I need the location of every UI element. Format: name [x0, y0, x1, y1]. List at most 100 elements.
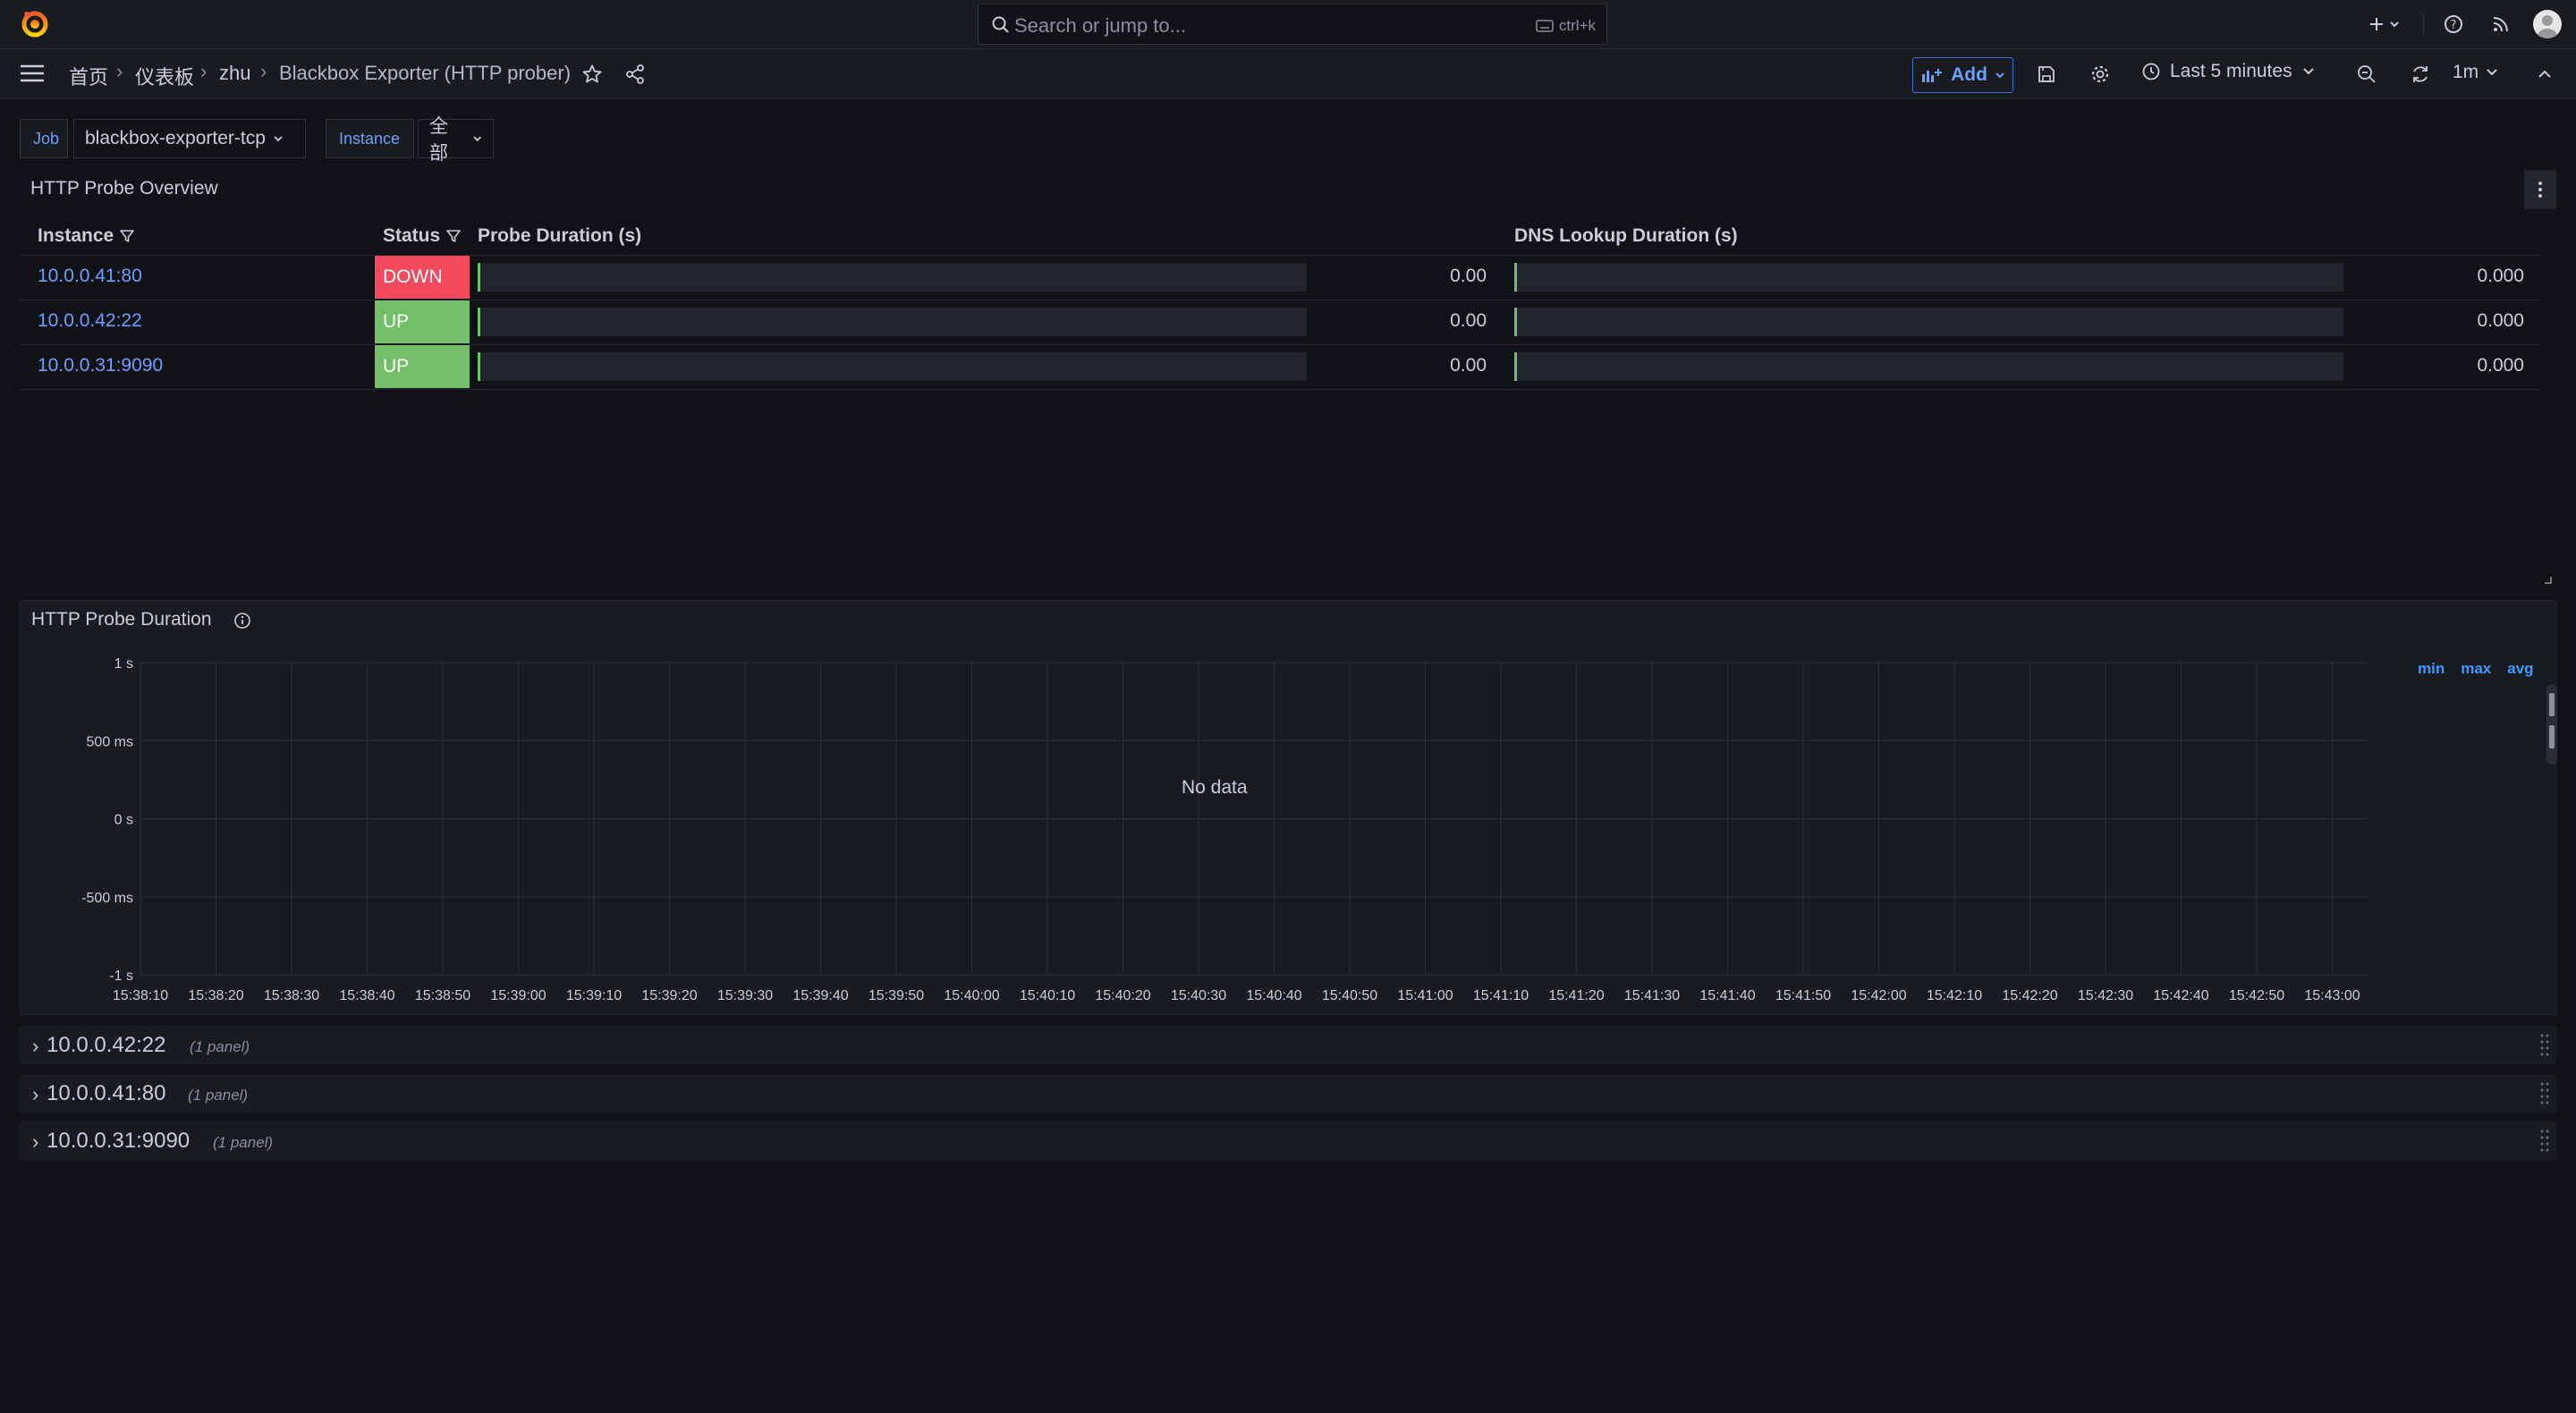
svg-text:?: ? — [2451, 19, 2457, 32]
column-header-dns-duration[interactable]: DNS Lookup Duration (s) — [1514, 225, 1738, 247]
drag-handle-icon[interactable] — [2540, 1033, 2549, 1058]
help-button[interactable]: ? — [2441, 12, 2466, 37]
row-section-count: (1 panel) — [190, 1038, 250, 1055]
x-tick-label: 15:40:50 — [1322, 988, 1377, 1003]
gauge-fill — [1514, 263, 1517, 292]
resize-handle-icon[interactable] — [2544, 576, 2553, 585]
dns-duration-gauge — [1514, 352, 2343, 381]
filter-icon[interactable] — [445, 228, 462, 244]
breadcrumb-dashboards[interactable]: 仪表板 — [135, 62, 194, 90]
x-tick-label: 15:40:40 — [1246, 988, 1301, 1003]
x-tick-label: 15:42:40 — [2153, 988, 2208, 1003]
refresh-interval-picker[interactable]: 1m — [2453, 62, 2498, 83]
search-placeholder: Search or jump to... — [1014, 14, 1186, 37]
add-panel-icon — [1922, 69, 1943, 82]
x-tick-label: 15:40:30 — [1171, 988, 1226, 1003]
x-tick-label: 15:42:30 — [2078, 988, 2133, 1003]
row-section-title: 10.0.0.41:80 — [47, 1081, 166, 1105]
job-variable-value: blackbox-exporter-tcp — [85, 128, 266, 148]
y-tick-label: 0 s — [114, 813, 133, 828]
chevron-down-icon — [1996, 72, 2004, 79]
job-variable-label: Job — [20, 119, 68, 158]
rss-icon — [2493, 17, 2508, 32]
settings-button[interactable] — [2088, 62, 2113, 87]
filter-icon[interactable] — [119, 228, 135, 244]
x-tick-label: 15:38:10 — [113, 988, 168, 1003]
dns-duration-value: 0.000 — [2477, 310, 2524, 331]
breadcrumb-current: Blackbox Exporter (HTTP prober) — [279, 62, 572, 84]
x-tick-label: 15:39:50 — [869, 988, 924, 1003]
star-icon — [582, 64, 602, 83]
column-header-instance[interactable]: Instance — [38, 225, 135, 247]
grafana-logo-icon[interactable] — [20, 9, 50, 39]
x-tick-label: 15:38:50 — [415, 988, 470, 1003]
panel-menu-button[interactable] — [2524, 170, 2556, 209]
legend-scrollbar[interactable] — [2546, 684, 2557, 765]
row-section[interactable]: › 10.0.0.42:22 (1 panel) — [20, 1026, 2556, 1065]
job-variable-select[interactable]: blackbox-exporter-tcp — [73, 119, 306, 158]
x-tick-label: 15:38:40 — [339, 988, 394, 1003]
breadcrumb-home[interactable]: 首页 — [69, 62, 108, 90]
scrollbar-thumb[interactable] — [2549, 725, 2555, 749]
dns-duration-value: 0.000 — [2477, 266, 2524, 286]
dns-duration-value: 0.000 — [2477, 355, 2524, 376]
dns-duration-gauge — [1514, 308, 2343, 336]
column-header-probe-duration[interactable]: Probe Duration (s) — [478, 225, 641, 247]
x-tick-label: 15:42:10 — [1927, 988, 1982, 1003]
share-icon — [626, 64, 644, 84]
news-button[interactable] — [2488, 12, 2513, 37]
search-shortcut-text: ctrl+k — [1558, 17, 1596, 34]
collapse-toolbar-button[interactable] — [2532, 62, 2557, 87]
column-header-label: Status — [383, 225, 441, 246]
row-section-count: (1 panel) — [188, 1087, 249, 1104]
legend-min[interactable]: min — [2418, 660, 2445, 678]
x-tick-label: 15:42:20 — [2002, 988, 2057, 1003]
user-avatar[interactable] — [2533, 10, 2562, 38]
divider — [2423, 13, 2424, 36]
time-range-picker[interactable]: Last 5 minutes — [2141, 61, 2316, 82]
legend-avg[interactable]: avg — [2507, 660, 2533, 678]
x-tick-label: 15:40:00 — [944, 988, 999, 1003]
drag-handle-icon[interactable] — [2540, 1129, 2549, 1154]
gauge-fill — [478, 263, 480, 292]
row-section[interactable]: › 10.0.0.31:9090 (1 panel) — [20, 1121, 2556, 1161]
instance-link[interactable]: 10.0.0.31:9090 — [38, 355, 163, 377]
overview-panel-title[interactable]: HTTP Probe Overview — [30, 178, 218, 199]
dashboard-nav-bar: 首页 › 仪表板 › zhu › Blackbox Exporter (HTTP… — [0, 49, 2576, 99]
drag-handle-icon[interactable] — [2540, 1081, 2549, 1106]
add-button[interactable]: Add — [1912, 57, 2013, 93]
instance-variable-value: 全部 — [429, 116, 448, 164]
instance-variable-select[interactable]: 全部 — [418, 116, 494, 164]
new-menu-button[interactable] — [2366, 12, 2405, 37]
share-button[interactable] — [623, 62, 648, 87]
x-tick-label: 15:41:40 — [1699, 988, 1755, 1003]
breadcrumb-folder[interactable]: zhu — [219, 62, 250, 85]
y-tick-label: -500 ms — [81, 891, 133, 906]
chevron-down-icon — [2302, 68, 2314, 75]
duration-chart: 1 s 500 ms 0 s -500 ms -1 s 15:38:10 15:38:20 1… — [81, 656, 2367, 1003]
zoom-out-button[interactable] — [2354, 62, 2379, 87]
chevron-right-icon: › — [32, 1130, 39, 1153]
menu-toggle-button[interactable] — [20, 61, 45, 86]
star-button[interactable] — [580, 62, 605, 87]
dns-duration-gauge — [1514, 263, 2343, 292]
time-range-label: Last 5 minutes — [2170, 61, 2292, 81]
row-divider — [20, 389, 2540, 390]
legend-max[interactable]: max — [2461, 660, 2491, 678]
x-tick-label: 15:41:00 — [1397, 988, 1453, 1003]
gauge-fill — [478, 352, 480, 381]
column-header-status[interactable]: Status — [383, 225, 462, 247]
search-bar[interactable]: Search or jump to... ctrl+k — [978, 4, 1607, 45]
row-section[interactable]: › 10.0.0.41:80 (1 panel) — [20, 1074, 2556, 1113]
x-tick-label: 15:39:20 — [641, 988, 697, 1003]
scrollbar-thumb[interactable] — [2549, 693, 2555, 716]
more-vertical-icon — [2538, 182, 2542, 198]
instance-link[interactable]: 10.0.0.41:80 — [38, 266, 142, 287]
avatar-icon — [2538, 15, 2557, 38]
breadcrumb-separator: › — [260, 60, 267, 82]
refresh-button[interactable] — [2408, 62, 2433, 87]
row-section-count: (1 panel) — [213, 1134, 274, 1151]
zoom-out-icon — [2358, 65, 2376, 83]
instance-link[interactable]: 10.0.0.42:22 — [38, 310, 142, 332]
save-button[interactable] — [2034, 62, 2059, 87]
